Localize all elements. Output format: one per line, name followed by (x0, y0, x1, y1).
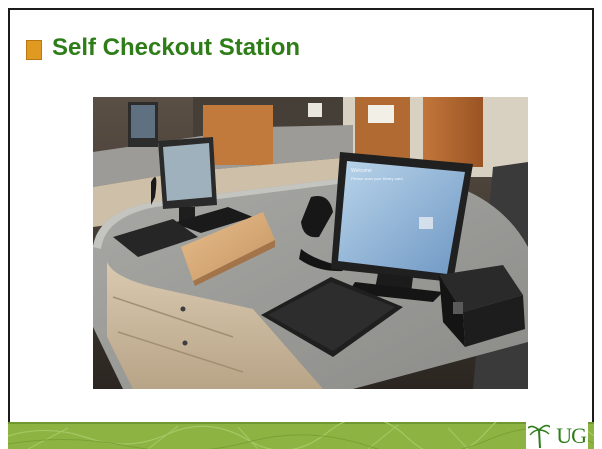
uf-logo: UG (526, 422, 588, 449)
slide-frame-top (8, 8, 594, 10)
footer-band (8, 422, 594, 449)
title-marker (26, 40, 42, 60)
palm-tree-icon (528, 424, 550, 448)
slide-frame-left (8, 8, 10, 422)
slide-frame-right (592, 8, 594, 422)
monitor-screen-instruction: Please scan your library card (351, 176, 403, 181)
monitor-screen-welcome: Welcome (351, 168, 372, 174)
logo-text: UG (556, 423, 587, 448)
self-checkout-photo: Welcome Please scan your library card (93, 97, 528, 389)
slide-title: Self Checkout Station (52, 34, 301, 61)
slide: Self Checkout Station Welcome Please sca… (0, 0, 602, 449)
slide-footer: UG (8, 422, 594, 449)
